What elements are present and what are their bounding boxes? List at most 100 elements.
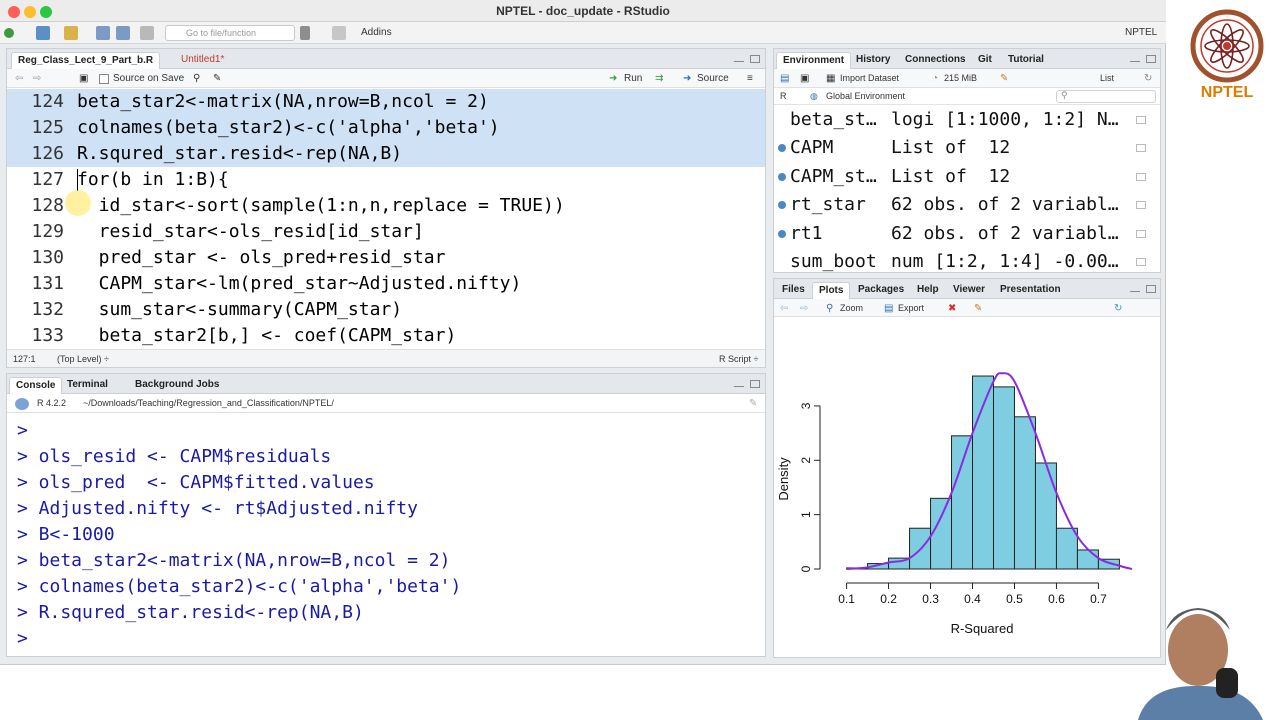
env-search-input[interactable]: ⚲: [1056, 90, 1156, 103]
publish-icon[interactable]: ↻: [1114, 302, 1122, 315]
minimize-plots-icon[interactable]: [1130, 291, 1140, 299]
tab-git[interactable]: Git: [972, 52, 998, 69]
view-search-icon[interactable]: [1136, 229, 1146, 238]
rerun-icon[interactable]: ⇉: [655, 72, 663, 85]
source-on-save-checkbox[interactable]: [99, 74, 109, 84]
search-icon[interactable]: ⚲: [193, 72, 200, 85]
minimize-pane-icon[interactable]: [734, 61, 744, 69]
broom-icon[interactable]: ✎: [1000, 72, 1008, 85]
tab-tutorial[interactable]: Tutorial: [1002, 52, 1050, 69]
addins-menu[interactable]: Addins: [361, 26, 392, 40]
r-version: R 4.2.2: [37, 398, 67, 408]
save-all-icon[interactable]: [116, 26, 130, 40]
tab-viewer[interactable]: Viewer: [947, 282, 991, 299]
magic-wand-icon[interactable]: ✎: [213, 72, 221, 85]
env-row[interactable]: rt1 62 obs. of 2 variabl…: [774, 220, 1160, 248]
env-row[interactable]: CAPM_st… List of 12: [774, 163, 1160, 191]
maximize-console-icon[interactable]: [750, 380, 760, 388]
code-line[interactable]: 128 id_star<-sort(sample(1:n,n,replace =…: [7, 193, 765, 219]
expand-icon[interactable]: [778, 172, 786, 181]
source-button[interactable]: Source: [697, 72, 729, 85]
language-selector[interactable]: R: [780, 90, 787, 103]
env-row[interactable]: rt_star 62 obs. of 2 variabl…: [774, 191, 1160, 219]
tab-reg-class-lect-9[interactable]: Reg_Class_Lect_9_Part_b.R: [11, 52, 161, 69]
tab-packages[interactable]: Packages: [852, 282, 910, 299]
code-line[interactable]: 125 colnames(beta_star2)<-c('alpha','beta…: [7, 115, 765, 141]
tab-plots[interactable]: Plots: [812, 282, 851, 299]
view-mode-selector[interactable]: List: [1100, 72, 1114, 85]
load-workspace-icon[interactable]: ▤: [780, 72, 789, 85]
save-file-icon[interactable]: ▣: [79, 72, 88, 85]
save-icon[interactable]: [96, 26, 110, 40]
env-row[interactable]: beta_st… logi [1:1000, 1:2] N…: [774, 106, 1160, 134]
view-search-icon[interactable]: [1136, 144, 1146, 153]
code-area[interactable]: 124 beta_star2<-matrix(NA,nrow=B,ncol = 2…: [7, 89, 765, 351]
new-project-icon[interactable]: [36, 26, 50, 40]
next-plot-icon[interactable]: ⇨: [800, 302, 808, 315]
working-directory: ~/Downloads/Teaching/Regression_and_Clas…: [83, 398, 334, 408]
expand-icon[interactable]: [778, 229, 786, 238]
code-line[interactable]: 132 sum_star<-summary(CAPM_star): [7, 297, 765, 323]
code-line[interactable]: 127 for(b in 1:B){: [7, 167, 765, 193]
tab-environment[interactable]: Environment: [776, 52, 852, 69]
expand-icon[interactable]: [778, 201, 786, 210]
remove-plot-icon[interactable]: ✖: [948, 302, 956, 315]
tab-help[interactable]: Help: [911, 282, 945, 299]
code-line[interactable]: 131 CAPM_star<-lm(pred_star~Adjusted.nif…: [7, 271, 765, 297]
import-dataset-menu[interactable]: Import Dataset: [840, 72, 899, 85]
back-arrow-icon[interactable]: ⇦: [15, 72, 23, 85]
scope-selector[interactable]: (Top Level) ÷: [57, 353, 109, 366]
save-workspace-icon[interactable]: ▣: [800, 72, 809, 85]
view-search-icon[interactable]: [1136, 172, 1146, 181]
memory-usage[interactable]: 215 MiB: [944, 72, 977, 85]
grid-icon[interactable]: [332, 26, 346, 40]
open-file-icon[interactable]: [64, 26, 78, 40]
tab-connections[interactable]: Connections: [899, 52, 972, 69]
minimize-console-icon[interactable]: [734, 386, 744, 394]
tab-terminal[interactable]: Terminal: [61, 377, 114, 394]
line-number: 133: [31, 325, 64, 346]
environment-scope-selector[interactable]: Global Environment: [826, 90, 905, 103]
forward-arrow-icon[interactable]: ⇨: [33, 72, 41, 85]
code-line[interactable]: 126 R.squred_star.resid<-rep(NA,B): [7, 141, 765, 167]
nptel-logo: NPTEL: [1180, 6, 1274, 106]
console-line: > B<-1000: [17, 524, 115, 545]
new-file-icon[interactable]: [4, 28, 14, 38]
console-line: > colnames(beta_star2)<-c('alpha','beta'…: [17, 576, 462, 597]
zoom-button[interactable]: Zoom: [840, 302, 863, 315]
clear-plots-icon[interactable]: ✎: [974, 302, 982, 315]
print-icon[interactable]: [140, 26, 154, 40]
tab-console[interactable]: Console: [9, 377, 63, 394]
env-row[interactable]: CAPM List of 12: [774, 134, 1160, 162]
file-type-selector[interactable]: R Script ÷: [719, 353, 758, 366]
maximize-pane-icon[interactable]: [750, 55, 760, 63]
tab-files[interactable]: Files: [776, 282, 811, 299]
code-line[interactable]: 124 beta_star2<-matrix(NA,nrow=B,ncol = 2…: [7, 89, 765, 115]
minimize-env-icon[interactable]: [1130, 61, 1140, 69]
code-text: for(b in 1:B){: [77, 169, 229, 190]
code-line[interactable]: 129 resid_star<-ols_resid[id_star]: [7, 219, 765, 245]
table-view-icon[interactable]: [1136, 116, 1146, 124]
code-line[interactable]: 133 beta_star2[b,] <- coef(CAPM_star): [7, 323, 765, 349]
goto-file-input[interactable]: Go to file/function: [165, 25, 295, 41]
previous-plot-icon[interactable]: ⇦: [780, 302, 788, 315]
tab-history[interactable]: History: [850, 52, 896, 69]
maximize-plots-icon[interactable]: [1146, 285, 1156, 293]
expand-icon[interactable]: [778, 144, 786, 153]
maximize-env-icon[interactable]: [1146, 55, 1156, 63]
run-button[interactable]: Run: [624, 72, 642, 85]
project-menu[interactable]: NPTEL: [1125, 26, 1157, 40]
tab-presentation[interactable]: Presentation: [994, 282, 1067, 299]
table-view-icon[interactable]: [1136, 258, 1146, 266]
env-row[interactable]: sum_boot num [1:2, 1:4] -0.00…: [774, 248, 1160, 272]
export-menu[interactable]: Export: [898, 302, 924, 315]
view-search-icon[interactable]: [1136, 201, 1146, 210]
outline-icon[interactable]: ≡: [747, 72, 753, 85]
vcs-icon[interactable]: [300, 26, 310, 40]
refresh-icon[interactable]: ↻: [1144, 72, 1152, 85]
tab-untitled1[interactable]: Untitled1*: [175, 52, 230, 69]
console-output[interactable]: > > ols_resid <- CAPM$residuals > ols_pred…: [7, 414, 765, 656]
clear-console-icon[interactable]: ✎: [749, 397, 757, 410]
tab-background-jobs[interactable]: Background Jobs: [129, 377, 225, 394]
code-line[interactable]: 130 pred_star <- ols_pred+resid_star: [7, 245, 765, 271]
